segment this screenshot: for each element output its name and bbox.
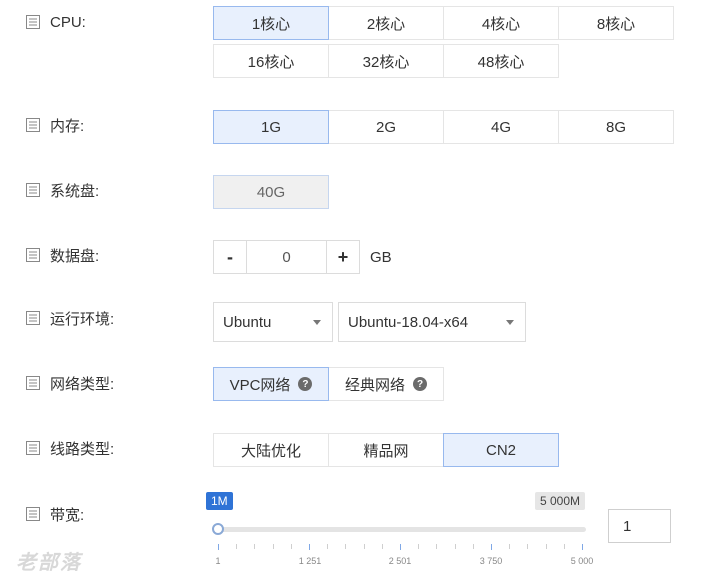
cpu-option-2[interactable]: 2核心 (328, 6, 444, 40)
slider-tick (309, 544, 310, 550)
question-circle-icon[interactable]: ? (413, 377, 427, 391)
slider-tick (327, 544, 329, 549)
slider-tick (345, 544, 347, 549)
cpu-label: CPU: (50, 13, 86, 31)
data-disk-unit: GB (370, 249, 392, 266)
list-icon (26, 15, 40, 29)
data-disk-increment-button[interactable]: + (326, 240, 360, 274)
bandwidth-slider-handle[interactable] (212, 523, 224, 535)
tick-label-1: 1 (215, 556, 221, 566)
slider-tick (218, 544, 219, 550)
slider-tick (509, 544, 511, 549)
list-icon (26, 507, 40, 521)
memory-row-label: 内存: (26, 115, 84, 135)
slider-tick (436, 544, 438, 549)
bandwidth-min-bubble: 1M (206, 492, 233, 510)
slider-tick (290, 544, 292, 549)
memory-option-8g[interactable]: 8G (558, 110, 674, 144)
slider-tick (582, 544, 583, 550)
slider-tick (491, 544, 492, 550)
slider-tick (454, 544, 456, 549)
data-disk-row-label: 数据盘: (26, 245, 99, 265)
network-type-label: 网络类型: (50, 375, 115, 393)
network-option-classic-label: 经典网络 (344, 376, 405, 394)
list-icon (26, 118, 40, 132)
cpu-option-16[interactable]: 16核心 (213, 44, 329, 78)
line-type-row-label: 线路类型: (26, 438, 114, 458)
bandwidth-row-label: 带宽: (26, 504, 84, 524)
list-icon (26, 376, 40, 390)
tick-label-5000: 5 000 (570, 556, 594, 566)
os-version-select[interactable]: Ubuntu-18.04-x64 (338, 302, 526, 342)
tick-label-2501: 2 501 (388, 556, 412, 566)
question-circle-icon[interactable]: ? (298, 377, 313, 391)
cpu-option-1[interactable]: 1核心 (213, 6, 329, 40)
memory-label: 内存: (50, 117, 85, 135)
slider-tick (418, 544, 420, 549)
bandwidth-input[interactable] (608, 509, 671, 543)
system-disk-row-label: 系统盘: (26, 180, 99, 200)
os-version-select-value: Ubuntu-18.04-x64 (348, 313, 469, 331)
runtime-label: 运行环境: (50, 310, 115, 328)
cpu-option-8[interactable]: 8核心 (558, 6, 674, 40)
system-disk-label: 系统盘: (50, 182, 100, 200)
network-option-vpc[interactable]: VPC网络 ? (213, 367, 329, 401)
slider-tick (472, 544, 474, 549)
slider-tick (363, 544, 365, 549)
bandwidth-slider-track[interactable] (218, 527, 586, 532)
line-option-mainland[interactable]: 大陆优化 (213, 433, 329, 467)
slider-tick (381, 544, 383, 549)
runtime-row-label: 运行环境: (26, 308, 114, 328)
list-icon (26, 248, 40, 262)
slider-tick (527, 544, 529, 549)
cpu-option-48[interactable]: 48核心 (443, 44, 559, 78)
slider-tick (545, 544, 547, 549)
line-option-premium[interactable]: 精品网 (328, 433, 444, 467)
watermark: 老部落 (16, 552, 82, 574)
memory-option-1g[interactable]: 1G (213, 110, 329, 144)
os-select-value: Ubuntu (223, 313, 272, 331)
slider-tick (563, 544, 565, 549)
caret-down-icon (506, 320, 514, 325)
memory-option-4g[interactable]: 4G (443, 110, 559, 144)
list-icon (26, 311, 40, 325)
slider-tick (272, 544, 274, 549)
list-icon (26, 183, 40, 197)
caret-down-icon (313, 320, 321, 325)
bandwidth-label: 带宽: (50, 506, 85, 524)
network-option-classic[interactable]: 经典网络 ? (328, 367, 444, 401)
network-type-row-label: 网络类型: (26, 373, 114, 393)
line-option-cn2[interactable]: CN2 (443, 433, 559, 467)
tick-label-1251: 1 251 (298, 556, 322, 566)
slider-tick (254, 544, 256, 549)
tick-label-3750: 3 750 (479, 556, 503, 566)
list-icon (26, 441, 40, 455)
data-disk-decrement-button[interactable]: - (213, 240, 247, 274)
os-select[interactable]: Ubuntu (213, 302, 333, 342)
bandwidth-max-bubble: 5 000M (535, 492, 586, 510)
cpu-option-32[interactable]: 32核心 (328, 44, 444, 78)
line-type-label: 线路类型: (50, 440, 115, 458)
memory-option-2g[interactable]: 2G (328, 110, 444, 144)
system-disk-value: 40G (213, 175, 329, 209)
cpu-row-label: CPU: (26, 12, 86, 32)
slider-tick (400, 544, 401, 550)
slider-tick (236, 544, 238, 549)
data-disk-input[interactable] (247, 240, 326, 274)
network-option-vpc-label: VPC网络 (229, 376, 291, 394)
data-disk-label: 数据盘: (50, 247, 100, 265)
cpu-option-4[interactable]: 4核心 (443, 6, 559, 40)
